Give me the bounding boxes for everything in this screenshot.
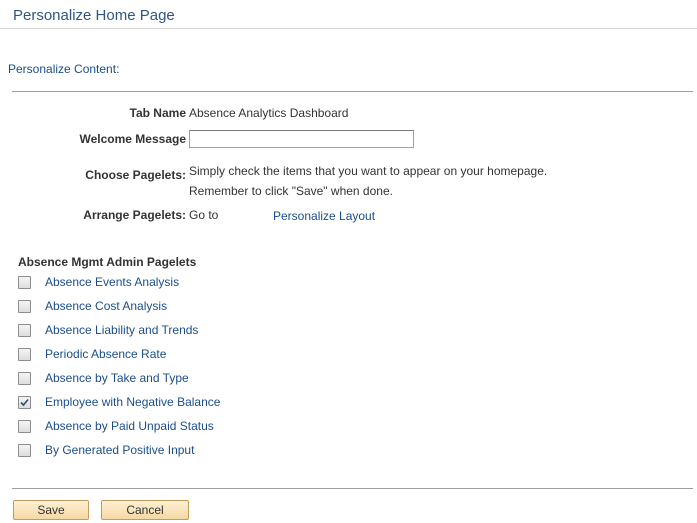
tab-name-label: Tab Name xyxy=(129,106,186,120)
title-divider xyxy=(0,28,697,29)
pagelet-label[interactable]: Absence by Paid Unpaid Status xyxy=(45,419,214,433)
pagelet-item[interactable]: Absence Liability and Trends xyxy=(18,322,198,338)
pagelet-item[interactable]: Employee with Negative Balance xyxy=(18,394,220,410)
save-button[interactable]: Save xyxy=(13,500,89,520)
choose-pagelets-label: Choose Pagelets: xyxy=(85,168,186,182)
arrange-pagelets-text: Go to xyxy=(189,208,219,222)
pagelet-group-heading: Absence Mgmt Admin Pagelets xyxy=(18,255,197,269)
checkbox-unchecked[interactable] xyxy=(18,443,31,457)
checkbox-unchecked[interactable] xyxy=(18,371,31,385)
pagelet-item[interactable]: Absence Cost Analysis xyxy=(18,298,167,314)
pagelet-label[interactable]: Absence Liability and Trends xyxy=(45,323,198,337)
page-title: Personalize Home Page xyxy=(13,7,175,24)
personalize-layout-link[interactable]: Personalize Layout xyxy=(273,209,375,223)
cancel-button[interactable]: Cancel xyxy=(101,500,189,520)
choose-pagelets-reminder: Remember to click "Save" when done. xyxy=(189,184,393,198)
pagelet-item[interactable]: Absence Events Analysis xyxy=(18,274,179,290)
pagelet-label[interactable]: Absence by Take and Type xyxy=(45,371,189,385)
checkbox-unchecked[interactable] xyxy=(18,323,31,337)
pagelet-label[interactable]: Employee with Negative Balance xyxy=(45,395,220,409)
tab-name-value: Absence Analytics Dashboard xyxy=(189,106,349,120)
personalize-content-link[interactable]: Personalize Content: xyxy=(8,62,119,76)
checkbox-unchecked[interactable] xyxy=(18,347,31,361)
welcome-message-label: Welcome Message xyxy=(79,132,187,146)
welcome-message-input[interactable] xyxy=(189,130,414,148)
pagelet-label[interactable]: Periodic Absence Rate xyxy=(45,347,166,361)
choose-pagelets-instruction: Simply check the items that you want to … xyxy=(189,164,548,178)
checkbox-unchecked[interactable] xyxy=(18,299,31,313)
checkbox-unchecked[interactable] xyxy=(18,419,31,433)
checkmark-icon xyxy=(20,398,29,406)
arrange-pagelets-label: Arrange Pagelets: xyxy=(83,208,186,222)
top-divider xyxy=(12,91,693,92)
bottom-divider xyxy=(12,488,693,489)
pagelet-label[interactable]: By Generated Positive Input xyxy=(45,443,194,457)
pagelet-label[interactable]: Absence Cost Analysis xyxy=(45,299,167,313)
checkbox-unchecked[interactable] xyxy=(18,275,31,289)
pagelet-item[interactable]: Absence by Paid Unpaid Status xyxy=(18,418,214,434)
pagelet-item[interactable]: By Generated Positive Input xyxy=(18,442,194,458)
pagelet-item[interactable]: Absence by Take and Type xyxy=(18,370,189,386)
pagelet-label[interactable]: Absence Events Analysis xyxy=(45,275,179,289)
pagelet-item[interactable]: Periodic Absence Rate xyxy=(18,346,166,362)
checkbox-checked[interactable] xyxy=(18,395,31,409)
